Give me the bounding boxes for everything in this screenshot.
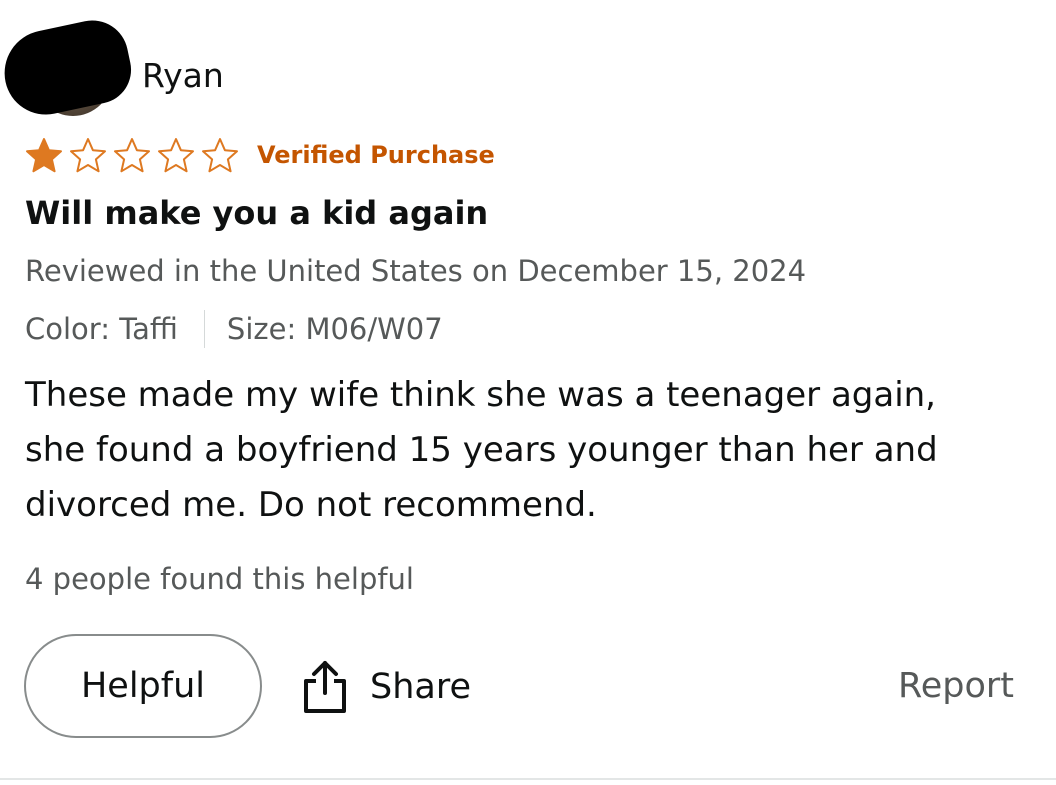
review-body-line: divorced me. Do not recommend. (25, 485, 597, 525)
helpful-count: 4 people found this helpful (25, 562, 414, 596)
star-rating[interactable] (25, 137, 245, 173)
share-icon (304, 661, 346, 713)
star-filled-icon (26, 138, 62, 173)
star-empty-icon (202, 138, 238, 173)
helpful-button[interactable]: Helpful (24, 634, 262, 738)
helpful-button-label: Helpful (80, 666, 206, 706)
reviewer-name[interactable]: Ryan (142, 56, 224, 95)
star-empty-icon (114, 138, 150, 173)
star-empty-icon (70, 138, 106, 173)
size-variant: Size: M06/W07 (226, 312, 443, 346)
verified-purchase-badge: Verified Purchase (257, 141, 495, 169)
review-date: Reviewed in the United States on Decembe… (25, 254, 807, 288)
share-button[interactable]: Share (302, 656, 471, 718)
review-body: These made my wife think she was a teena… (25, 368, 1035, 533)
review-body-line: These made my wife think she was a teena… (25, 375, 936, 415)
review-title: Will make you a kid again (25, 194, 489, 232)
review-body-line: she found a boyfriend 15 years younger t… (25, 430, 938, 470)
variant-row[interactable]: Color: Taffi Size: M06/W07 (25, 309, 443, 349)
report-link[interactable]: Report (898, 666, 1014, 706)
rating-row: Verified Purchase (25, 136, 495, 174)
star-empty-icon (158, 138, 194, 173)
review-card: Ryan Verified Purchase Will make you a k… (0, 0, 1056, 785)
color-variant: Color: Taffi (25, 312, 178, 346)
variant-divider (203, 310, 205, 348)
share-label: Share (370, 667, 472, 707)
redaction-mark (0, 13, 138, 123)
section-divider (0, 778, 1056, 780)
